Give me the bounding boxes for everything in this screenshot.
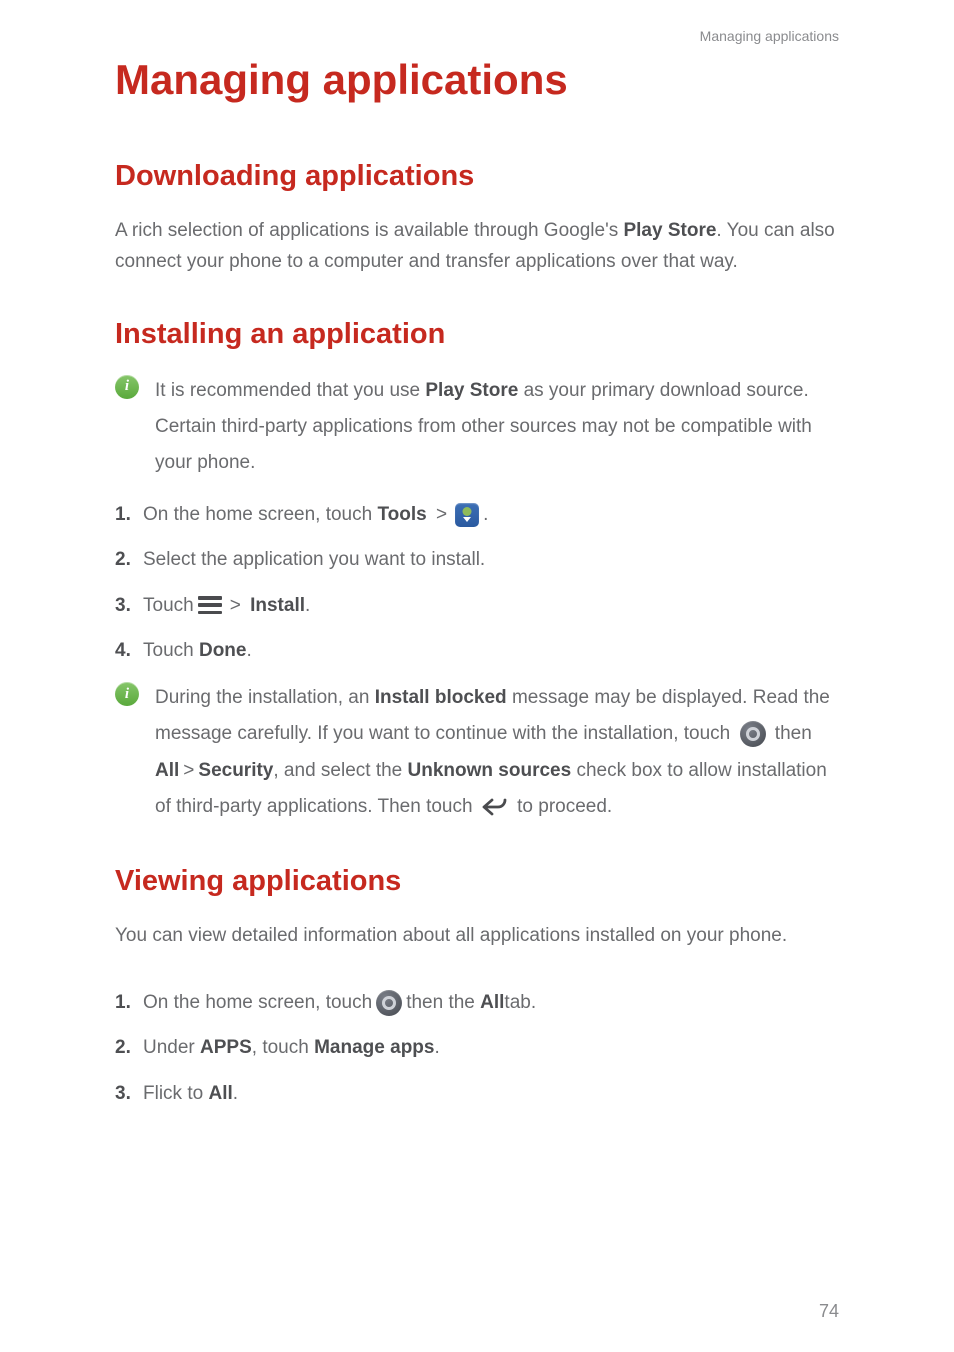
info-text: It is recommended that you use Play Stor…	[155, 373, 839, 481]
done-label: Done	[199, 635, 247, 666]
chevron-separator: >	[230, 590, 241, 621]
list-item: Select the application you want to insta…	[115, 544, 839, 575]
text: Touch	[143, 590, 194, 621]
text: A rich selection of applications is avai…	[115, 220, 623, 241]
settings-icon	[376, 990, 402, 1016]
text: During the installation, an	[155, 687, 375, 708]
app-installer-icon	[455, 503, 479, 527]
play-store-label: Play Store	[425, 380, 518, 401]
list-item: Flick to All.	[115, 1078, 839, 1109]
text: .	[305, 590, 310, 621]
page-number: 74	[819, 1301, 839, 1322]
text: On the home screen, touch	[143, 499, 372, 530]
text: It is recommended that you use	[155, 380, 425, 401]
chevron-separator: >	[183, 760, 194, 781]
chevron-separator: >	[436, 499, 447, 530]
text: , and select the	[273, 760, 407, 781]
text: to proceed.	[512, 796, 612, 817]
text: tab.	[504, 987, 536, 1018]
section-downloading-title: Downloading applications	[115, 160, 839, 193]
list-item: Touch Done.	[115, 635, 839, 666]
all-label: All	[208, 1078, 232, 1109]
running-header: Managing applications	[115, 28, 839, 44]
tools-label: Tools	[377, 499, 426, 530]
text: Select the application you want to insta…	[143, 544, 485, 575]
play-store-label: Play Store	[623, 220, 716, 241]
info-icon: i	[115, 682, 139, 706]
viewing-paragraph: You can view detailed information about …	[115, 920, 839, 951]
text: then the	[406, 987, 475, 1018]
info-note: i During the installation, an Install bl…	[115, 680, 839, 824]
back-icon	[482, 798, 508, 816]
security-label: Security	[198, 760, 273, 781]
list-item: On the home screen, touch then the All t…	[115, 987, 839, 1018]
manage-apps-label: Manage apps	[314, 1032, 434, 1063]
installing-steps: On the home screen, touch Tools > . Sele…	[115, 499, 839, 666]
all-tab-label: All	[480, 987, 504, 1018]
section-viewing-title: Viewing applications	[115, 865, 839, 898]
list-item: On the home screen, touch Tools > .	[115, 499, 839, 530]
section-installing-title: Installing an application	[115, 318, 839, 351]
unknown-sources-label: Unknown sources	[408, 760, 572, 781]
info-note: i It is recommended that you use Play St…	[115, 373, 839, 481]
viewing-steps: On the home screen, touch then the All t…	[115, 987, 839, 1109]
text: Under	[143, 1032, 195, 1063]
text: .	[246, 635, 251, 666]
info-text: During the installation, an Install bloc…	[155, 680, 839, 824]
text: , touch	[252, 1032, 309, 1063]
text: then	[770, 723, 812, 744]
text: Touch	[143, 635, 194, 666]
list-item: Under APPS, touch Manage apps.	[115, 1032, 839, 1063]
list-item: Touch > Install.	[115, 590, 839, 621]
apps-label: APPS	[200, 1032, 252, 1063]
install-label: Install	[250, 590, 305, 621]
info-icon: i	[115, 375, 139, 399]
text: .	[233, 1078, 238, 1109]
all-label: All	[155, 760, 179, 781]
settings-icon	[740, 721, 766, 747]
menu-icon	[198, 596, 222, 614]
page-title: Managing applications	[115, 56, 839, 104]
install-blocked-label: Install blocked	[375, 687, 507, 708]
text: .	[483, 499, 488, 530]
text: .	[434, 1032, 439, 1063]
text: Flick to	[143, 1078, 203, 1109]
downloading-paragraph: A rich selection of applications is avai…	[115, 215, 839, 278]
text: On the home screen, touch	[143, 987, 372, 1018]
